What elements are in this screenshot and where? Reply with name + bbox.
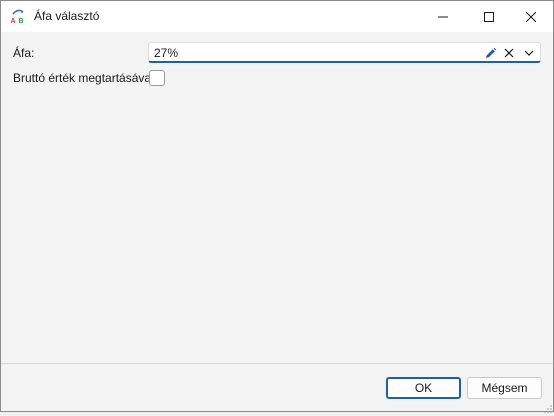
vat-label: Áfa:	[13, 46, 35, 60]
ok-button[interactable]: OK	[386, 377, 461, 399]
svg-text:A: A	[11, 18, 16, 24]
vat-value[interactable]: 27%	[154, 46, 178, 60]
cancel-button[interactable]: Mégsem	[467, 377, 542, 399]
gross-value-checkbox[interactable]	[149, 70, 165, 86]
title-bar: A B Áfa választó	[1, 1, 553, 32]
svg-text:B: B	[19, 18, 24, 24]
maximize-icon	[484, 11, 494, 22]
dialog-content: Áfa: 27% Bruttó érték megtartásával	[1, 32, 553, 363]
chevron-down-icon[interactable]	[522, 46, 536, 60]
minimize-icon	[438, 16, 448, 17]
vat-combobox[interactable]: 27%	[148, 42, 541, 63]
ab-text-icon: A B	[10, 8, 26, 25]
clear-icon[interactable]	[502, 46, 516, 60]
gross-value-label: Bruttó érték megtartásával	[13, 71, 154, 85]
window-title: Áfa választó	[34, 9, 100, 23]
close-button[interactable]	[508, 1, 554, 32]
maximize-button[interactable]	[466, 1, 512, 32]
close-icon	[526, 11, 536, 22]
dialog-window: A B Áfa választó Áfa: 27% Bruttó érték m…	[0, 0, 554, 413]
pencil-icon[interactable]	[483, 46, 497, 60]
dialog-footer: OK Mégsem	[1, 363, 553, 413]
minimize-button[interactable]	[420, 1, 466, 32]
resize-grip-icon[interactable]	[544, 402, 552, 413]
